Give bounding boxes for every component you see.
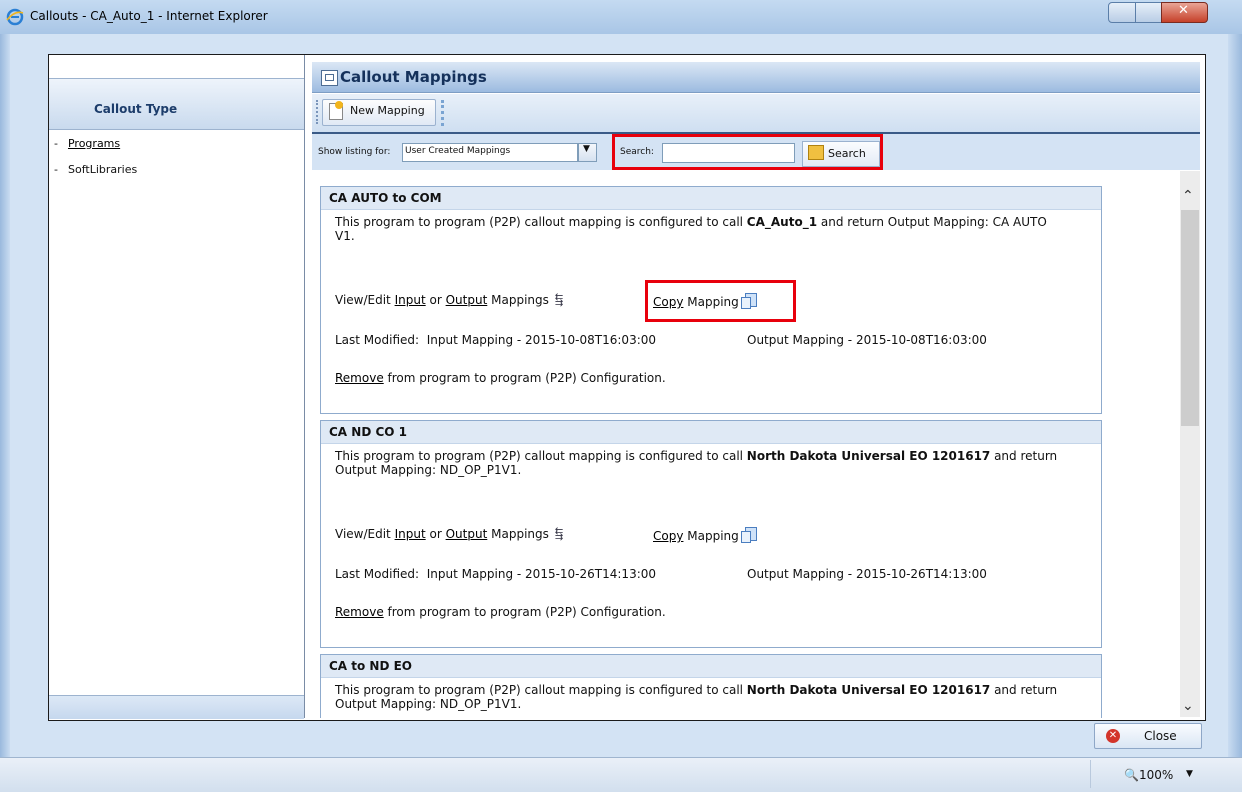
toolbar-grip <box>316 100 321 124</box>
or-label: or <box>429 527 442 541</box>
view-edit-label: View/Edit <box>335 293 391 307</box>
card-header: CA AUTO to COM <box>321 187 1101 210</box>
card-description: This program to program (P2P) callout ma… <box>335 683 1065 711</box>
remove-text: from program to program (P2P) Configurat… <box>387 605 666 619</box>
input-modified: Input Mapping - 2015-10-26T14:13:00 <box>426 567 657 581</box>
tree-item-softlibraries[interactable]: - SoftLibraries <box>54 163 137 176</box>
remove-link[interactable]: Remove <box>335 605 384 619</box>
or-label: or <box>429 293 442 307</box>
maximize-button[interactable] <box>1135 2 1162 23</box>
card-header: CA to ND EO <box>321 655 1101 678</box>
zoom-dropdown-icon[interactable]: ▼ <box>1186 769 1193 779</box>
view-edit-row: View/Edit Input or Output Mappings ⇇ ⇉ <box>335 525 571 543</box>
description-target: CA_Auto_1 <box>746 215 818 229</box>
remove-row: Remove from program to program (P2P) Con… <box>335 371 666 385</box>
new-document-icon <box>329 101 343 120</box>
description-target: North Dakota Universal EO 1201617 <box>746 683 991 697</box>
mappings-label: Mappings <box>491 293 549 307</box>
window-frame-left <box>0 34 10 757</box>
window-panel-icon <box>321 70 338 86</box>
copy-icon[interactable] <box>740 527 757 543</box>
card-description: This program to program (P2P) callout ma… <box>335 449 1065 477</box>
tree-dash: - <box>54 163 58 176</box>
zoom-level[interactable]: 🔍100% <box>1124 768 1173 782</box>
window-frame-right <box>1228 34 1242 757</box>
listing-select-value[interactable]: User Created Mappings <box>405 146 510 156</box>
copy-link[interactable]: Copy <box>653 529 683 543</box>
tree-item-programs[interactable]: - Programs <box>54 137 120 150</box>
description-text: This program to program (P2P) callout ma… <box>335 683 747 697</box>
view-edit-label: View/Edit <box>335 527 391 541</box>
remove-link[interactable]: Remove <box>335 371 384 385</box>
window-title: Callouts - CA_Auto_1 - Internet Explorer <box>30 9 268 23</box>
input-mapping-link[interactable]: Input <box>395 527 426 541</box>
scrollbar-thumb[interactable] <box>1181 210 1199 426</box>
mapping-card: CA to ND EO This program to program (P2P… <box>320 654 1102 718</box>
callout-type-heading: Callout Type <box>94 102 178 116</box>
panel-title: Callout Mappings <box>340 68 487 86</box>
card-description: This program to program (P2P) callout ma… <box>335 215 1065 243</box>
output-modified: Output Mapping - 2015-10-08T16:03:00 <box>747 333 987 347</box>
close-circle-icon: ✕ <box>1106 729 1120 743</box>
chevron-down-icon: ▼ <box>583 144 590 154</box>
left-panel-footer <box>49 695 304 719</box>
input-modified: Input Mapping - 2015-10-08T16:03:00 <box>426 333 657 347</box>
new-mapping-label[interactable]: New Mapping <box>350 104 425 117</box>
card-header: CA ND CO 1 <box>321 421 1101 444</box>
mapping-arrows-icon: ⇇ ⇉ <box>554 291 563 309</box>
chevron-down-icon[interactable]: ⌄ <box>1182 698 1194 714</box>
view-edit-row: View/Edit Input or Output Mappings ⇇ ⇉ <box>335 291 571 309</box>
card-title: CA ND CO 1 <box>329 425 407 439</box>
last-modified-label: Last Modified: <box>335 567 420 581</box>
description-text: This program to program (P2P) callout ma… <box>335 449 747 463</box>
minimize-button[interactable] <box>1108 2 1136 23</box>
close-x-icon: ✕ <box>1178 3 1189 18</box>
mapping-card: CA ND CO 1 This program to program (P2P)… <box>320 420 1102 648</box>
left-panel <box>49 55 305 718</box>
input-mapping-link[interactable]: Input <box>395 293 426 307</box>
chevron-up-icon[interactable]: ⌃ <box>1182 188 1194 204</box>
close-button-label[interactable]: Close <box>1144 729 1177 743</box>
window-controls: ✕ <box>1108 2 1236 23</box>
card-title: CA to ND EO <box>329 659 413 673</box>
copy-mapping[interactable]: Copy Mapping <box>653 527 757 543</box>
description-text: This program to program (P2P) callout ma… <box>335 215 747 229</box>
zoom-icon: 🔍 <box>1124 768 1139 782</box>
copy-highlight-box <box>645 280 796 322</box>
card-title: CA AUTO to COM <box>329 191 442 205</box>
last-modified-row: Last Modified: Input Mapping - 2015-10-0… <box>335 333 987 347</box>
output-modified: Output Mapping - 2015-10-26T14:13:00 <box>747 567 987 581</box>
programs-link[interactable]: Programs <box>68 137 120 150</box>
remove-text: from program to program (P2P) Configurat… <box>387 371 666 385</box>
mapping-arrows-icon: ⇇ ⇉ <box>554 525 563 543</box>
copy-mapping-label: Mapping <box>687 529 739 543</box>
window-close-button[interactable]: ✕ <box>1161 2 1208 23</box>
mappings-label: Mappings <box>491 527 549 541</box>
output-mapping-link[interactable]: Output <box>446 293 488 307</box>
search-highlight-box <box>612 134 883 170</box>
listing-dropdown-button[interactable]: ▼ <box>578 143 597 162</box>
remove-row: Remove from program to program (P2P) Con… <box>335 605 666 619</box>
last-modified-row: Last Modified: Input Mapping - 2015-10-2… <box>335 567 987 581</box>
softlibraries-label[interactable]: SoftLibraries <box>68 163 137 176</box>
zoom-value[interactable]: 100% <box>1139 768 1173 782</box>
status-separator <box>1090 760 1091 788</box>
toolbar-separator <box>441 100 448 126</box>
internet-explorer-icon <box>6 8 24 26</box>
output-mapping-link[interactable]: Output <box>446 527 488 541</box>
description-target: North Dakota Universal EO 1201617 <box>746 449 991 463</box>
show-listing-label: Show listing for: <box>318 147 391 157</box>
status-bar <box>0 757 1242 792</box>
tree-dash: - <box>54 137 58 150</box>
last-modified-label: Last Modified: <box>335 333 420 347</box>
